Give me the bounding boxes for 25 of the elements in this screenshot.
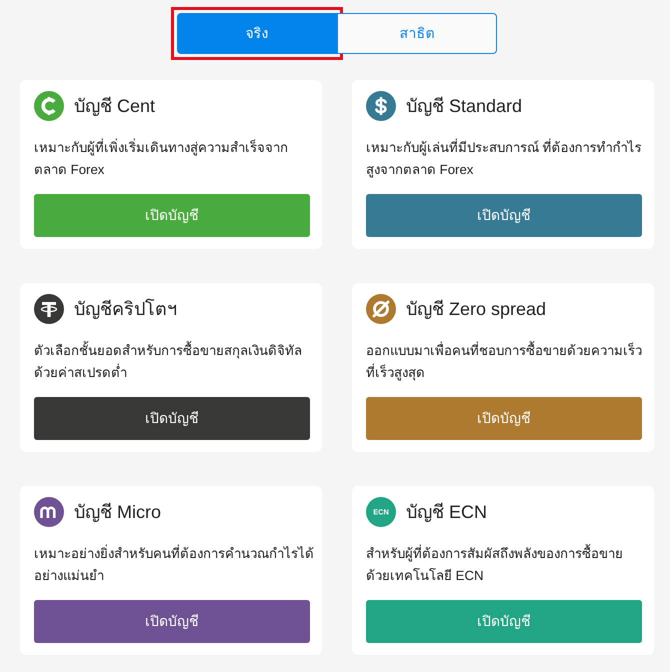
slashed-circle-icon	[366, 294, 396, 324]
account-description: เหมาะอย่างยิ่งสำหรับคนที่ต้องการคำนวณกำไรได้อย่างแม่นยำ	[34, 544, 314, 585]
account-description: ออกแบบมาเพื่อคนที่ชอบการซื้อขายด้วยความเร็วที่เร็วสูงสุด	[366, 340, 643, 382]
open-account-button[interactable]: เปิดบัญชี	[34, 194, 310, 237]
arches-icon	[34, 497, 64, 527]
tether-icon	[34, 294, 64, 324]
open-account-button[interactable]: เปิดบัญชี	[366, 600, 642, 643]
dollar-icon	[366, 91, 396, 121]
account-title: บัญชี Standard	[406, 94, 522, 118]
open-account-button[interactable]: เปิดบัญชี	[34, 397, 310, 440]
cent-icon	[34, 91, 64, 121]
account-description: เหมาะกับผู้ที่เพิ่งเริ่มเดินทางสู่ความสำเร็จจากตลาด Forex	[34, 138, 289, 179]
open-account-button[interactable]: เปิดบัญชี	[34, 600, 310, 643]
account-type-tab[interactable]: สาธิต	[337, 13, 497, 54]
account-title: บัญชี Cent	[74, 94, 156, 118]
account-type-tab[interactable]: จริง	[177, 13, 337, 54]
account-description: สำหรับผู้ที่ต้องการสัมผัสถึงพลังของการซื้อขายด้วยเทคโนโลยี ECN	[366, 543, 624, 585]
account-title: บัญชี Micro	[74, 500, 161, 524]
account-description: เหมาะกับผู้เล่นที่มีประสบการณ์ ที่ต้องการทำกำไรสูงจากตลาด Forex	[366, 138, 643, 180]
open-account-button[interactable]: เปิดบัญชี	[366, 397, 642, 440]
account-title: บัญชีคริปโตฯ	[74, 298, 177, 321]
open-account-button[interactable]: เปิดบัญชี	[366, 194, 642, 237]
account-title: บัญชี Zero spread	[406, 298, 546, 321]
account-title: บัญชี ECN	[406, 500, 488, 524]
account-description: ตัวเลือกชั้นยอดสำหรับการซื้อขายสกุลเงินดิจิทัลด้วยค่าสเปรดต่ำ	[34, 340, 303, 382]
